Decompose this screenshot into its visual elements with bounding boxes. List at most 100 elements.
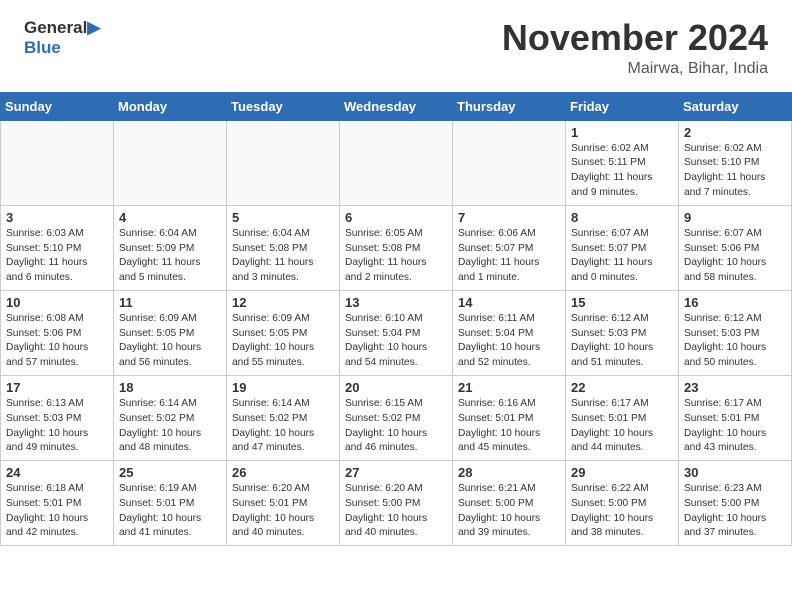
day-info: Sunrise: 6:12 AM Sunset: 5:03 PM Dayligh… bbox=[571, 312, 673, 371]
day-number: 20 bbox=[345, 380, 447, 395]
calendar-cell bbox=[453, 120, 566, 205]
day-info: Sunrise: 6:10 AM Sunset: 5:04 PM Dayligh… bbox=[345, 312, 447, 371]
day-info: Sunrise: 6:17 AM Sunset: 5:01 PM Dayligh… bbox=[684, 397, 786, 456]
day-number: 8 bbox=[571, 210, 673, 225]
day-number: 2 bbox=[684, 125, 786, 140]
day-number: 17 bbox=[6, 380, 108, 395]
calendar-cell: 10Sunrise: 6:08 AM Sunset: 5:06 PM Dayli… bbox=[1, 290, 114, 375]
day-info: Sunrise: 6:16 AM Sunset: 5:01 PM Dayligh… bbox=[458, 397, 560, 456]
day-number: 19 bbox=[232, 380, 334, 395]
day-number: 6 bbox=[345, 210, 447, 225]
calendar-cell: 22 Sunrise: 6:17 AM Sunset: 5:01 PM Dayli… bbox=[566, 375, 679, 460]
day-info: Sunrise: 6:06 AM Sunset: 5:07 PM Dayligh… bbox=[458, 227, 560, 286]
calendar-cell: 3 Sunrise: 6:03 AM Sunset: 5:10 PM Daylig… bbox=[1, 205, 114, 290]
day-number: 13 bbox=[345, 295, 447, 310]
calendar-cell: 29 Sunrise: 6:22 AM Sunset: 5:00 PM Dayli… bbox=[566, 461, 679, 546]
col-header-sunday: Sunday bbox=[1, 92, 114, 120]
day-info: Sunrise: 6:17 AM Sunset: 5:01 PM Dayligh… bbox=[571, 397, 673, 456]
calendar-cell: 4 Sunrise: 6:04 AM Sunset: 5:09 PM Daylig… bbox=[114, 205, 227, 290]
calendar-cell: 11Sunrise: 6:09 AM Sunset: 5:05 PM Dayli… bbox=[114, 290, 227, 375]
day-info: Sunrise: 6:09 AM Sunset: 5:05 PM Dayligh… bbox=[232, 312, 334, 371]
calendar-cell: 18Sunrise: 6:14 AM Sunset: 5:02 PM Dayli… bbox=[114, 375, 227, 460]
col-header-friday: Friday bbox=[566, 92, 679, 120]
calendar-cell bbox=[114, 120, 227, 205]
day-info: Sunrise: 6:04 AM Sunset: 5:08 PM Dayligh… bbox=[232, 227, 334, 286]
day-info: Sunrise: 6:13 AM Sunset: 5:03 PM Dayligh… bbox=[6, 397, 108, 456]
calendar-cell: 28 Sunrise: 6:21 AM Sunset: 5:00 PM Dayli… bbox=[453, 461, 566, 546]
day-number: 5 bbox=[232, 210, 334, 225]
day-info: Sunrise: 6:19 AM Sunset: 5:01 PM Dayligh… bbox=[119, 482, 221, 541]
day-number: 4 bbox=[119, 210, 221, 225]
col-header-thursday: Thursday bbox=[453, 92, 566, 120]
day-number: 29 bbox=[571, 465, 673, 480]
day-info: Sunrise: 6:14 AM Sunset: 5:02 PM Dayligh… bbox=[119, 397, 221, 456]
calendar-header-row: SundayMondayTuesdayWednesdayThursdayFrid… bbox=[1, 92, 792, 120]
page-header: General▶ Blue November 2024 Mairwa, Biha… bbox=[0, 0, 792, 86]
col-header-tuesday: Tuesday bbox=[227, 92, 340, 120]
day-number: 3 bbox=[6, 210, 108, 225]
calendar-cell: 13 Sunrise: 6:10 AM Sunset: 5:04 PM Dayli… bbox=[340, 290, 453, 375]
logo: General▶ Blue bbox=[24, 18, 100, 57]
calendar-cell: 16Sunrise: 6:12 AM Sunset: 5:03 PM Dayli… bbox=[679, 290, 792, 375]
calendar-cell: 5 Sunrise: 6:04 AM Sunset: 5:08 PM Daylig… bbox=[227, 205, 340, 290]
day-number: 21 bbox=[458, 380, 560, 395]
day-number: 12 bbox=[232, 295, 334, 310]
calendar-cell bbox=[1, 120, 114, 205]
calendar-week-1: 3 Sunrise: 6:03 AM Sunset: 5:10 PM Daylig… bbox=[1, 205, 792, 290]
calendar-cell: 7Sunrise: 6:06 AM Sunset: 5:07 PM Daylig… bbox=[453, 205, 566, 290]
col-header-saturday: Saturday bbox=[679, 92, 792, 120]
calendar-cell: 23Sunrise: 6:17 AM Sunset: 5:01 PM Dayli… bbox=[679, 375, 792, 460]
day-number: 11 bbox=[119, 295, 221, 310]
calendar-cell bbox=[340, 120, 453, 205]
day-number: 25 bbox=[119, 465, 221, 480]
day-info: Sunrise: 6:23 AM Sunset: 5:00 PM Dayligh… bbox=[684, 482, 786, 541]
calendar-cell: 27Sunrise: 6:20 AM Sunset: 5:00 PM Dayli… bbox=[340, 461, 453, 546]
day-info: Sunrise: 6:21 AM Sunset: 5:00 PM Dayligh… bbox=[458, 482, 560, 541]
calendar-table: SundayMondayTuesdayWednesdayThursdayFrid… bbox=[0, 92, 792, 547]
calendar-cell: 1 Sunrise: 6:02 AM Sunset: 5:11 PM Daylig… bbox=[566, 120, 679, 205]
day-info: Sunrise: 6:20 AM Sunset: 5:01 PM Dayligh… bbox=[232, 482, 334, 541]
day-info: Sunrise: 6:18 AM Sunset: 5:01 PM Dayligh… bbox=[6, 482, 108, 541]
day-number: 30 bbox=[684, 465, 786, 480]
calendar-cell bbox=[227, 120, 340, 205]
day-number: 22 bbox=[571, 380, 673, 395]
calendar-week-0: 1 Sunrise: 6:02 AM Sunset: 5:11 PM Daylig… bbox=[1, 120, 792, 205]
calendar-cell: 9Sunrise: 6:07 AM Sunset: 5:06 PM Daylig… bbox=[679, 205, 792, 290]
calendar-cell: 20 Sunrise: 6:15 AM Sunset: 5:02 PM Dayli… bbox=[340, 375, 453, 460]
calendar-cell: 26 Sunrise: 6:20 AM Sunset: 5:01 PM Dayli… bbox=[227, 461, 340, 546]
day-info: Sunrise: 6:03 AM Sunset: 5:10 PM Dayligh… bbox=[6, 227, 108, 286]
day-number: 24 bbox=[6, 465, 108, 480]
col-header-monday: Monday bbox=[114, 92, 227, 120]
calendar-week-2: 10Sunrise: 6:08 AM Sunset: 5:06 PM Dayli… bbox=[1, 290, 792, 375]
day-number: 14 bbox=[458, 295, 560, 310]
day-info: Sunrise: 6:14 AM Sunset: 5:02 PM Dayligh… bbox=[232, 397, 334, 456]
day-info: Sunrise: 6:22 AM Sunset: 5:00 PM Dayligh… bbox=[571, 482, 673, 541]
day-info: Sunrise: 6:02 AM Sunset: 5:10 PM Dayligh… bbox=[684, 142, 786, 201]
day-number: 1 bbox=[571, 125, 673, 140]
calendar-cell: 14 Sunrise: 6:11 AM Sunset: 5:04 PM Dayli… bbox=[453, 290, 566, 375]
calendar-cell: 12 Sunrise: 6:09 AM Sunset: 5:05 PM Dayli… bbox=[227, 290, 340, 375]
month-title: November 2024 bbox=[502, 18, 768, 58]
day-number: 9 bbox=[684, 210, 786, 225]
day-info: Sunrise: 6:07 AM Sunset: 5:07 PM Dayligh… bbox=[571, 227, 673, 286]
day-number: 27 bbox=[345, 465, 447, 480]
logo-blue: Blue bbox=[24, 38, 61, 58]
day-info: Sunrise: 6:02 AM Sunset: 5:11 PM Dayligh… bbox=[571, 142, 673, 201]
day-number: 28 bbox=[458, 465, 560, 480]
day-info: Sunrise: 6:11 AM Sunset: 5:04 PM Dayligh… bbox=[458, 312, 560, 371]
title-block: November 2024 Mairwa, Bihar, India bbox=[502, 18, 768, 78]
day-info: Sunrise: 6:05 AM Sunset: 5:08 PM Dayligh… bbox=[345, 227, 447, 286]
calendar-cell: 2 Sunrise: 6:02 AM Sunset: 5:10 PM Daylig… bbox=[679, 120, 792, 205]
location: Mairwa, Bihar, India bbox=[502, 60, 768, 78]
day-number: 26 bbox=[232, 465, 334, 480]
day-info: Sunrise: 6:04 AM Sunset: 5:09 PM Dayligh… bbox=[119, 227, 221, 286]
day-info: Sunrise: 6:15 AM Sunset: 5:02 PM Dayligh… bbox=[345, 397, 447, 456]
calendar-cell: 8 Sunrise: 6:07 AM Sunset: 5:07 PM Daylig… bbox=[566, 205, 679, 290]
calendar-cell: 6 Sunrise: 6:05 AM Sunset: 5:08 PM Daylig… bbox=[340, 205, 453, 290]
day-number: 10 bbox=[6, 295, 108, 310]
calendar-cell: 19 Sunrise: 6:14 AM Sunset: 5:02 PM Dayli… bbox=[227, 375, 340, 460]
calendar-cell: 21 Sunrise: 6:16 AM Sunset: 5:01 PM Dayli… bbox=[453, 375, 566, 460]
logo-general: General▶ bbox=[24, 18, 100, 38]
calendar-cell: 25 Sunrise: 6:19 AM Sunset: 5:01 PM Dayli… bbox=[114, 461, 227, 546]
calendar-cell: 17 Sunrise: 6:13 AM Sunset: 5:03 PM Dayli… bbox=[1, 375, 114, 460]
